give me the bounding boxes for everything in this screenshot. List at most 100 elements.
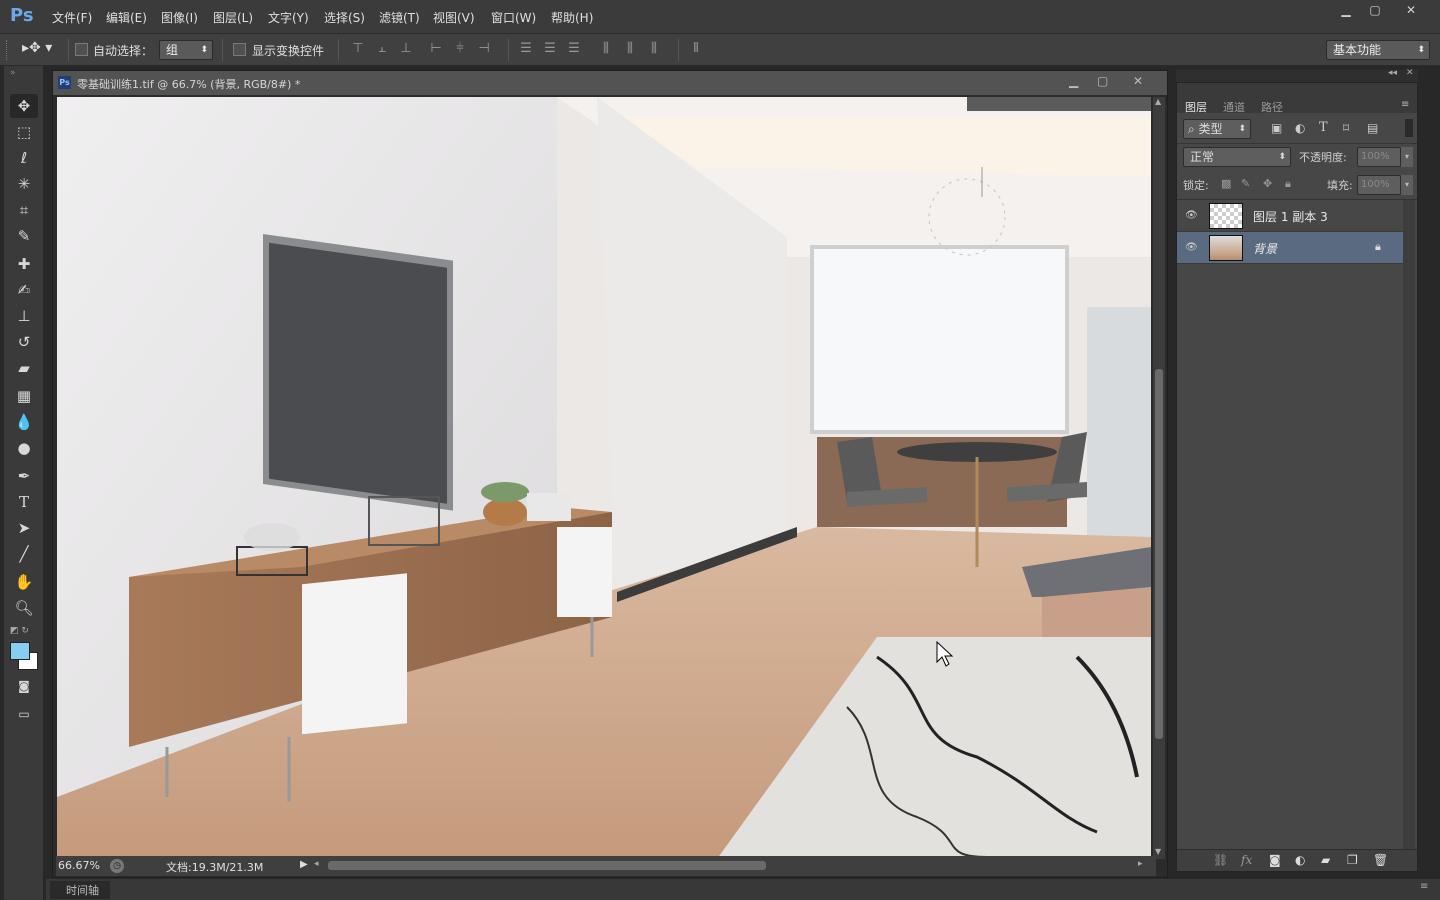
menu-layer[interactable]: 图层(L) — [213, 9, 253, 26]
menu-file[interactable]: 文件(F) — [52, 9, 92, 26]
filter-type-icon[interactable]: T — [1319, 120, 1328, 135]
menu-select[interactable]: 选择(S) — [324, 9, 365, 26]
lock-all-icon[interactable]: 🔒︎ — [1285, 177, 1291, 191]
panel-close-icon[interactable]: ✕ — [1406, 68, 1414, 78]
clone-stamp-tool-icon[interactable]: ⊥ — [10, 304, 38, 328]
timeline-menu-icon[interactable]: ≡ — [1420, 881, 1428, 892]
filter-smart-object-icon[interactable]: ▤ — [1367, 121, 1378, 135]
filter-pixel-icon[interactable]: ▣ — [1271, 121, 1282, 135]
eyedropper-tool-icon[interactable]: ✎ — [10, 224, 38, 248]
crop-tool-icon[interactable]: ⌗ — [10, 198, 38, 222]
dodge-tool-icon[interactable]: ● — [10, 436, 38, 460]
image-canvas[interactable] — [57, 97, 1151, 859]
marquee-tool-icon[interactable]: ⬚ — [10, 120, 38, 144]
menu-help[interactable]: 帮助(H) — [551, 9, 593, 26]
line-tool-icon[interactable]: ╱ — [10, 542, 38, 566]
scroll-up-icon[interactable]: ▲ — [1155, 97, 1161, 106]
delete-layer-icon[interactable]: 🗑︎ — [1373, 853, 1388, 867]
status-info-icon[interactable]: ◷ — [110, 859, 124, 873]
layer-name[interactable]: 图层 1 副本 3 — [1253, 208, 1328, 225]
tab-channels[interactable]: 通道 — [1223, 99, 1245, 115]
show-transform-checkbox[interactable] — [233, 43, 246, 56]
tab-layers[interactable]: 图层 — [1185, 99, 1207, 115]
type-tool-icon[interactable]: T — [10, 490, 38, 514]
doc-minimize-icon[interactable]: ▁ — [1069, 74, 1078, 88]
history-brush-tool-icon[interactable]: ↺ — [10, 330, 38, 354]
move-tool-preset-icon[interactable]: ▸✥ ▾ — [22, 40, 52, 56]
fill-arrow-icon[interactable]: ▾ — [1401, 175, 1413, 195]
lock-transparent-icon[interactable]: ▩ — [1221, 177, 1231, 190]
adjustment-layer-icon[interactable]: ◐ — [1295, 853, 1305, 867]
zoom-level[interactable]: 66.67% — [58, 859, 100, 872]
healing-brush-tool-icon[interactable]: ✚ — [10, 252, 38, 276]
layer-name[interactable]: 背景 — [1253, 240, 1277, 257]
screen-mode-icon[interactable]: ▭ — [10, 702, 38, 726]
pen-tool-icon[interactable]: ✒ — [10, 464, 38, 488]
opacity-arrow-icon[interactable]: ▾ — [1401, 147, 1413, 167]
distribute-left-icon[interactable]: ⫼ — [599, 42, 613, 56]
layer-list-scrollbar[interactable] — [1403, 200, 1415, 850]
distribute-vcenter-icon[interactable]: ☰ — [543, 42, 557, 56]
minimize-icon[interactable]: ▁ — [1333, 2, 1359, 18]
blur-tool-icon[interactable]: 💧 — [10, 410, 38, 434]
link-layers-icon[interactable]: ⛓ — [1213, 853, 1228, 867]
menu-edit[interactable]: 编辑(E) — [106, 9, 147, 26]
scroll-right-icon[interactable]: ▸ — [1138, 859, 1143, 869]
lock-image-icon[interactable]: ✎ — [1241, 177, 1250, 190]
align-left-icon[interactable]: ⊢ — [429, 42, 443, 56]
collapse-toolbox-icon[interactable]: » — [10, 68, 16, 78]
align-vcenter-icon[interactable]: ⫠ — [375, 42, 389, 56]
fill-input[interactable]: 100% — [1357, 175, 1401, 195]
vertical-scroll-thumb[interactable] — [1155, 369, 1163, 739]
brush-tool-icon[interactable]: ✍ — [10, 278, 38, 302]
panel-menu-icon[interactable]: ≡ — [1401, 99, 1409, 110]
lasso-tool-icon[interactable]: ℓ — [10, 146, 38, 170]
vertical-scrollbar[interactable]: ▲ ▼ — [1153, 97, 1165, 859]
menu-type[interactable]: 文字(Y) — [268, 9, 309, 26]
horizontal-scroll-thumb[interactable] — [328, 861, 766, 870]
layer-row[interactable]: 👁︎ 图层 1 副本 3 — [1177, 200, 1403, 232]
opacity-input[interactable]: 100% — [1357, 147, 1401, 167]
doc-close-icon[interactable]: ✕ — [1133, 74, 1143, 88]
distribute-bottom-icon[interactable]: ☰ — [567, 42, 581, 56]
maximize-icon[interactable]: ▢ — [1362, 2, 1388, 18]
status-menu-arrow-icon[interactable]: ▶ — [300, 859, 308, 870]
distribute-right-icon[interactable]: ⫼ — [647, 42, 661, 56]
zoom-tool-icon[interactable]: 🔍︎ — [10, 596, 38, 620]
layer-row-selected[interactable]: 👁︎ 背景 🔒︎ — [1177, 232, 1403, 264]
scroll-left-icon[interactable]: ◂ — [314, 859, 319, 869]
menu-window[interactable]: 窗口(W) — [491, 9, 536, 26]
align-right-icon[interactable]: ⊣ — [477, 42, 491, 56]
align-bottom-icon[interactable]: ⊥ — [399, 42, 413, 56]
filter-adjustment-icon[interactable]: ◐ — [1295, 121, 1305, 135]
align-hcenter-icon[interactable]: ⫩ — [453, 42, 467, 56]
menu-view[interactable]: 视图(V) — [433, 9, 475, 26]
scroll-down-icon[interactable]: ▼ — [1155, 847, 1161, 856]
menu-image[interactable]: 图像(I) — [161, 9, 198, 26]
eraser-tool-icon[interactable]: ▰ — [10, 356, 38, 380]
timeline-label[interactable]: 时间轴 — [66, 882, 99, 898]
swap-colors-icon[interactable]: ◩ ↻ — [10, 626, 29, 636]
document-tab[interactable]: Ps 零基础训练1.tif @ 66.7% (背景, RGB/8#) * ▁ ▢… — [53, 71, 1167, 95]
close-icon[interactable]: ✕ — [1398, 2, 1424, 18]
auto-align-icon[interactable]: ⫴ — [689, 42, 703, 56]
hand-tool-icon[interactable]: ✋ — [10, 570, 38, 594]
foreground-color-swatch[interactable] — [10, 642, 30, 660]
workspace-dropdown[interactable]: 基本功能 ⬍ — [1326, 40, 1430, 60]
panel-collapse-icon[interactable]: ◂◂ — [1388, 68, 1397, 78]
filter-type-dropdown[interactable]: ⌕ 类型 ⬍ — [1183, 119, 1251, 139]
eye-icon[interactable]: 👁︎ — [1185, 210, 1199, 222]
distribute-top-icon[interactable]: ☰ — [519, 42, 533, 56]
add-mask-icon[interactable]: ◙ — [1269, 853, 1281, 867]
lock-position-icon[interactable]: ✥ — [1263, 177, 1272, 190]
path-selection-tool-icon[interactable]: ➤ — [10, 516, 38, 540]
align-top-icon[interactable]: ⊤ — [351, 42, 365, 56]
new-layer-icon[interactable]: ❐ — [1347, 853, 1358, 867]
quick-mask-icon[interactable]: ◙ — [10, 674, 38, 698]
magic-wand-tool-icon[interactable]: ✳ — [10, 172, 38, 196]
filter-shape-icon[interactable]: ⌑ — [1343, 121, 1349, 135]
move-tool-icon[interactable]: ✥ — [10, 94, 38, 118]
gradient-tool-icon[interactable]: ▦ — [10, 384, 38, 408]
distribute-hcenter-icon[interactable]: ⫼ — [623, 42, 637, 56]
layer-style-icon[interactable]: fx — [1241, 853, 1252, 867]
